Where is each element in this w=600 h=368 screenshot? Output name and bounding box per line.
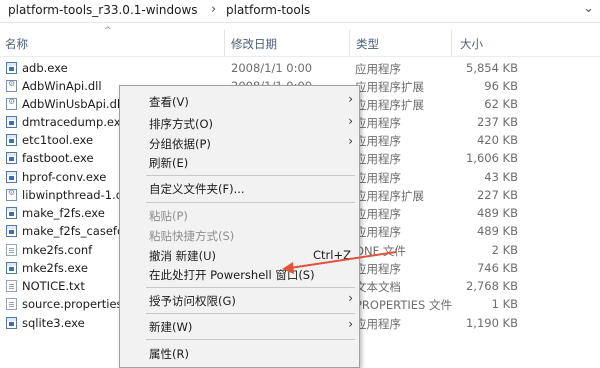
annotation-arrow-line bbox=[289, 251, 397, 269]
annotation-arrow bbox=[282, 251, 397, 274]
annotation-arrow-head bbox=[282, 262, 294, 274]
